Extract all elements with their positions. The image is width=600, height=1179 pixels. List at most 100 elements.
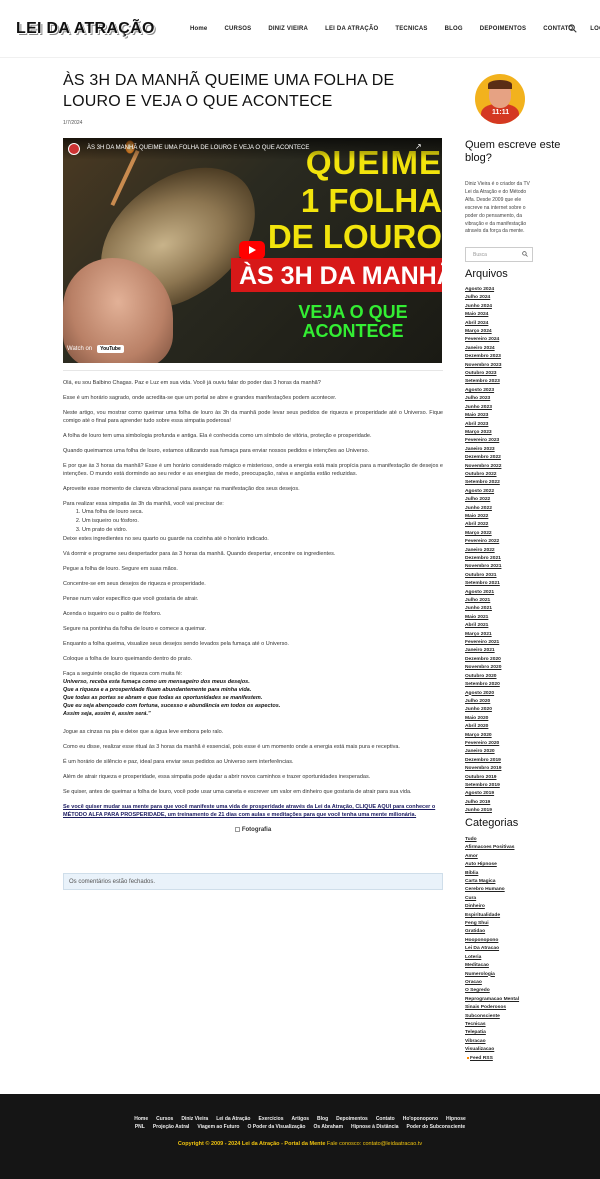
archive-link[interactable]: Agosto 2022 [465, 488, 501, 496]
archive-link[interactable]: Abril 2024 [465, 320, 501, 328]
category-link[interactable]: Auto Hipnose [465, 861, 519, 869]
archive-link[interactable]: Fevereiro 2023 [465, 437, 501, 445]
archive-link[interactable]: Setembro 2021 [465, 580, 501, 588]
archive-link[interactable]: Maio 2020 [465, 715, 501, 723]
nav-login[interactable]: LOGIN [590, 26, 600, 32]
footer-link[interactable]: Blog [317, 1116, 328, 1122]
archive-link[interactable]: Novembro 2021 [465, 563, 501, 571]
archive-link[interactable]: Julho 2024 [465, 294, 501, 302]
archive-link[interactable]: Setembro 2020 [465, 681, 501, 689]
archive-link[interactable]: Janeiro 2022 [465, 547, 501, 555]
search-icon[interactable] [568, 24, 577, 33]
archive-link[interactable]: Janeiro 2021 [465, 647, 501, 655]
archive-link[interactable]: Setembro 2019 [465, 782, 501, 790]
archive-link[interactable]: Junho 2023 [465, 404, 501, 412]
archive-link[interactable]: Dezembro 2023 [465, 353, 501, 361]
footer-link[interactable]: PNL [135, 1124, 145, 1130]
archive-link[interactable]: Fevereiro 2022 [465, 538, 501, 546]
nav-diniz-vieira[interactable]: DINIZ VIEIRA [268, 26, 308, 32]
archive-link[interactable]: Fevereiro 2021 [465, 639, 501, 647]
nav-lei-da-atracao[interactable]: LEI DA ATRAÇÃO [325, 26, 378, 32]
category-link[interactable]: Lei Da Atracao [465, 945, 519, 953]
archive-link[interactable]: Março 2022 [465, 530, 501, 538]
feed-rss-link[interactable]: Feed RSS [467, 1056, 493, 1061]
category-link[interactable]: Espiritualidade [465, 912, 519, 920]
category-link[interactable]: Reprogramacao Mental [465, 996, 519, 1004]
footer-link[interactable]: Hipnose [446, 1116, 466, 1122]
archive-link[interactable]: Junho 2022 [465, 505, 501, 513]
archive-link[interactable]: Janeiro 2020 [465, 748, 501, 756]
share-icon[interactable]: ↗ [415, 142, 422, 151]
archive-link[interactable]: Outubro 2023 [465, 370, 501, 378]
archive-link[interactable]: Abril 2020 [465, 723, 501, 731]
archive-link[interactable]: Junho 2021 [465, 605, 501, 613]
archive-link[interactable]: Junho 2019 [465, 807, 501, 815]
archive-link[interactable]: Setembro 2023 [465, 378, 501, 386]
archive-link[interactable]: Outubro 2022 [465, 471, 501, 479]
footer-link[interactable]: Projeção Astral [153, 1124, 190, 1130]
footer-link[interactable]: Lei da Atração [216, 1116, 250, 1122]
category-link[interactable]: Hooponopono [465, 937, 519, 945]
archive-link[interactable]: Abril 2021 [465, 622, 501, 630]
category-link[interactable]: Bíblia [465, 870, 519, 878]
archive-link[interactable]: Abril 2022 [465, 521, 501, 529]
footer-link[interactable]: Poder do Subconsciente [407, 1124, 466, 1130]
archive-link[interactable]: Novembro 2022 [465, 463, 501, 471]
archive-link[interactable]: Março 2024 [465, 328, 501, 336]
archive-link[interactable]: Agosto 2020 [465, 690, 501, 698]
archive-link[interactable]: Outubro 2021 [465, 572, 501, 580]
footer-link[interactable]: Cursos [156, 1116, 173, 1122]
category-link[interactable]: Numerologia [465, 971, 519, 979]
category-link[interactable]: Visualizacao [465, 1046, 519, 1054]
category-link[interactable]: Loteria [465, 954, 519, 962]
play-button[interactable] [239, 241, 265, 259]
category-link[interactable]: Gratidao [465, 928, 519, 936]
category-link[interactable]: O Segredo [465, 987, 519, 995]
category-link[interactable]: Amor [465, 853, 519, 861]
archive-link[interactable]: Outubro 2019 [465, 774, 501, 782]
archive-link[interactable]: Julho 2021 [465, 597, 501, 605]
sidebar-search-input[interactable]: Busca [465, 247, 533, 262]
nav-home[interactable]: Home [190, 26, 207, 32]
footer-link[interactable]: Depoimentos [336, 1116, 368, 1122]
nav-blog[interactable]: BLOG [445, 26, 463, 32]
archive-link[interactable]: Julho 2022 [465, 496, 501, 504]
search-icon[interactable] [522, 251, 528, 257]
archive-link[interactable]: Julho 2020 [465, 698, 501, 706]
category-link[interactable]: Feng Shui [465, 920, 519, 928]
watch-on-youtube[interactable]: Watch on YouTube [67, 345, 124, 353]
nav-depoimentos[interactable]: DEPOIMENTOS [480, 26, 526, 32]
archive-link[interactable]: Fevereiro 2020 [465, 740, 501, 748]
category-link[interactable]: Subconsciente [465, 1013, 519, 1021]
footer-link[interactable]: Artigos [292, 1116, 310, 1122]
footer-link[interactable]: Viagem ao Futuro [197, 1124, 239, 1130]
archive-link[interactable]: Junho 2024 [465, 303, 501, 311]
category-link[interactable]: Afirmacoes Positivas [465, 844, 519, 852]
nav-cursos[interactable]: CURSOS [224, 26, 251, 32]
category-link[interactable]: Carta Magica [465, 878, 519, 886]
archive-link[interactable]: Março 2023 [465, 429, 501, 437]
archive-link[interactable]: Dezembro 2019 [465, 757, 501, 765]
archive-link[interactable]: Maio 2022 [465, 513, 501, 521]
archive-link[interactable]: Fevereiro 2024 [465, 336, 501, 344]
footer-link[interactable]: Home [134, 1116, 148, 1122]
category-link[interactable]: Tecnicas [465, 1021, 519, 1029]
contact-email[interactable]: contato@leidaatracao.tv [363, 1141, 422, 1147]
footer-link[interactable]: Os Abraham [313, 1124, 343, 1130]
category-link[interactable]: Oracao [465, 979, 519, 987]
archive-link[interactable]: Janeiro 2024 [465, 345, 501, 353]
archive-link[interactable]: Setembro 2022 [465, 479, 501, 487]
nav-tecnicas[interactable]: TECNICAS [395, 26, 427, 32]
archive-link[interactable]: Agosto 2023 [465, 387, 501, 395]
archive-link[interactable]: Maio 2021 [465, 614, 501, 622]
archive-link[interactable]: Dezembro 2022 [465, 454, 501, 462]
archive-link[interactable]: Novembro 2020 [465, 664, 501, 672]
category-link[interactable]: Cura [465, 895, 519, 903]
category-link[interactable]: Sinais Poderosos [465, 1004, 519, 1012]
category-link[interactable]: Tudo [465, 836, 519, 844]
footer-link[interactable]: Contato [376, 1116, 395, 1122]
archive-link[interactable]: Agosto 2024 [465, 286, 501, 294]
site-logo[interactable]: LEI DA ATRAÇÃO [16, 20, 155, 38]
channel-avatar[interactable] [68, 143, 80, 155]
archive-link[interactable]: Agosto 2019 [465, 790, 501, 798]
